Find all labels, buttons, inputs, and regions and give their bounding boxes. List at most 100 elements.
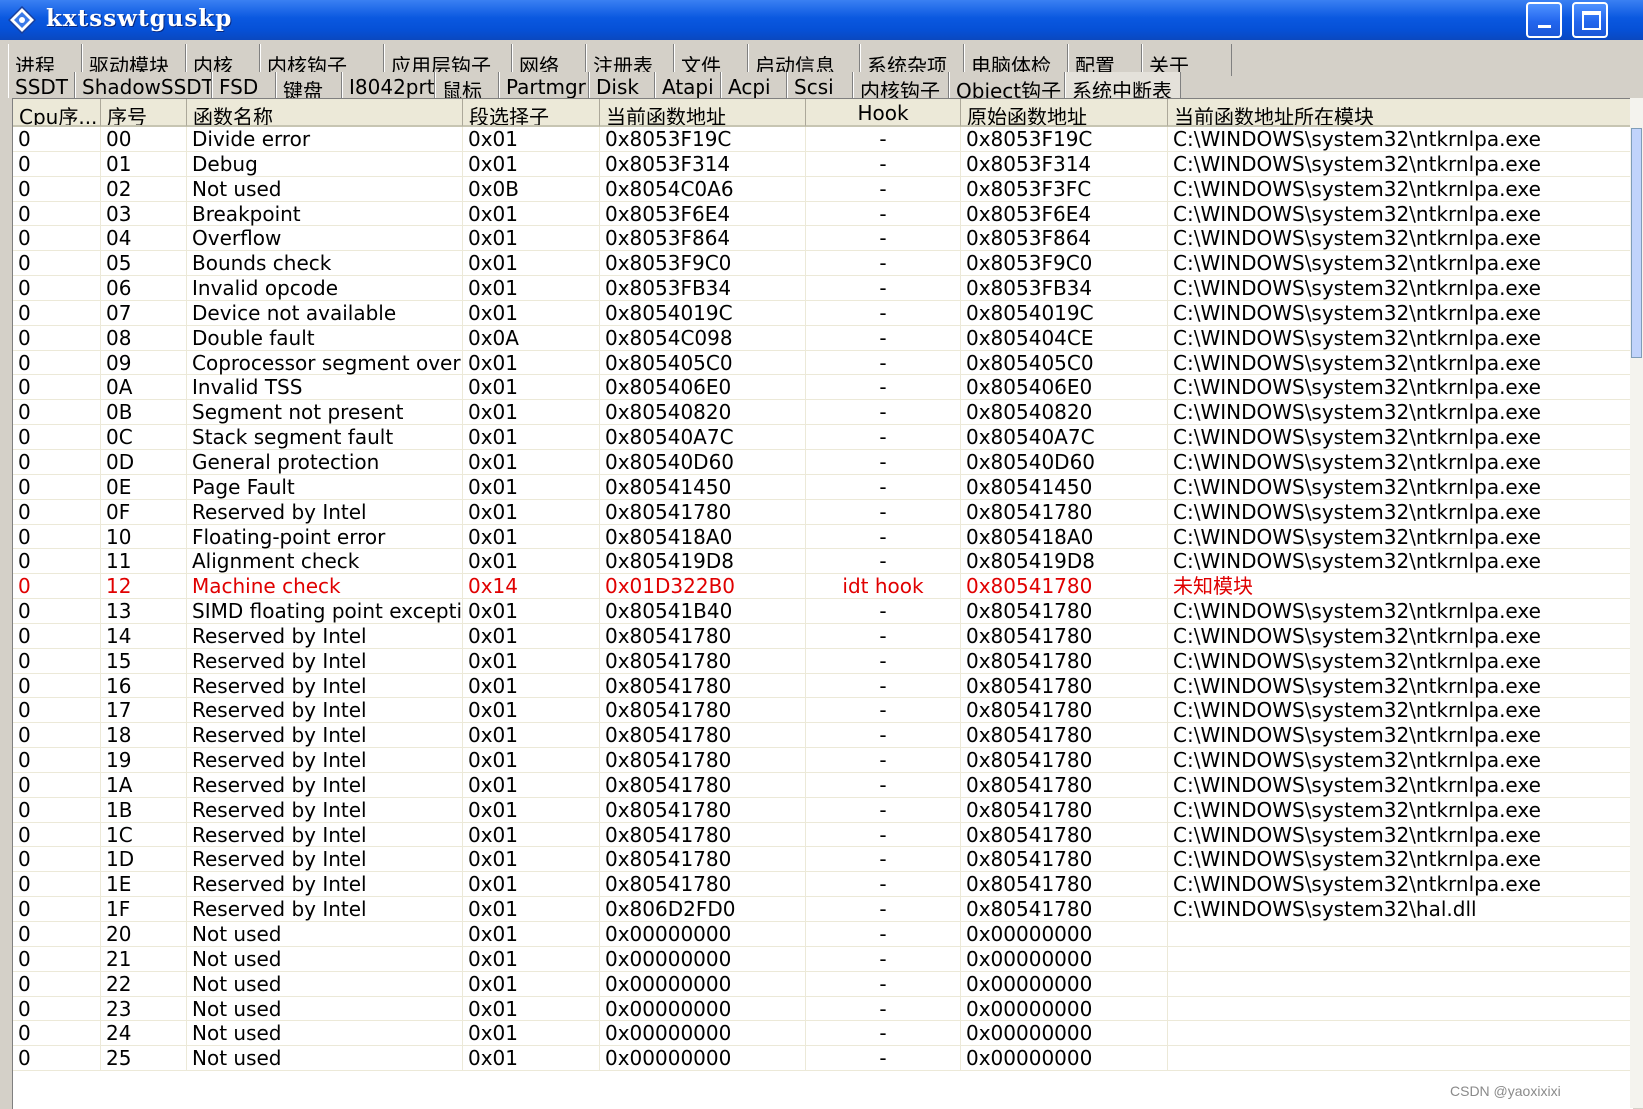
column-header-cpu[interactable]: Cpu序... (13, 99, 101, 127)
table-row[interactable]: 0 0A Invalid TSS 0x01 0x805406E0-0x805406E0 C… (13, 375, 1633, 401)
tab-shadow-ssdt[interactable]: ShadowSSDT (75, 72, 212, 98)
table-row[interactable]: 0 21 Not used 0x01 0x00000000-0x00000000 (13, 946, 1633, 972)
table-row[interactable]: 0 1F Reserved by Intel 0x01 0x806D2FD0-0x805… (13, 897, 1633, 922)
cpu-cell: 0 (13, 151, 101, 176)
table-row[interactable]: 0 0E Page Fault 0x01 0x80541450-0x80541450 C:… (13, 474, 1633, 500)
column-header-hook[interactable]: Hook (806, 99, 961, 127)
table-row[interactable]: 0 11 Alignment check 0x01 0x805419D8-0x80541… (13, 549, 1633, 575)
function-name-cell: Reserved by Intel (187, 797, 463, 822)
table-row[interactable]: 0 16 Reserved by Intel 0x01 0x80541780-0x805… (13, 673, 1633, 699)
current-address-cell: 0x8053FB34 (600, 276, 806, 301)
table-row[interactable]: 0 1D Reserved by Intel 0x01 0x80541780-0x805… (13, 847, 1633, 873)
tab-mouse[interactable]: 鼠标 (435, 72, 499, 98)
tab-disk[interactable]: Disk (589, 72, 655, 98)
module-cell: C:\WINDOWS\system32\ntkrnlpa.exe (1168, 872, 1633, 897)
table-row[interactable]: 0 0C Stack segment fault 0x01 0x80540A7C -0x8… (13, 425, 1633, 450)
table-row[interactable]: 0 14 Reserved by Intel 0x01 0x80541780-0x805… (13, 623, 1633, 649)
table-row[interactable]: 0 25 Not used 0x01 0x00000000-0x00000000 (13, 1046, 1633, 1072)
column-header-module[interactable]: 当前函数地址所在模块 (1168, 99, 1633, 127)
tab-kernel-hooks-sub[interactable]: 内核钩子 (853, 72, 949, 98)
tab-partmgr[interactable]: Partmgr (499, 72, 589, 98)
table-row[interactable]: 0 06 Invalid opcode 0x01 0x8053FB34-0x8053FB… (13, 276, 1633, 301)
vertical-scrollbar[interactable] (1630, 98, 1643, 1108)
table-row[interactable]: 0 02 Not used 0x0B 0x8054C0A6-0x8053F3FC C:\W… (13, 176, 1633, 202)
table-row[interactable]: 0 17 Reserved by Intel 0x01 0x80541780-0x805… (13, 698, 1633, 724)
column-header-segment-selector[interactable]: 段选择子 (463, 99, 600, 127)
function-name-cell: SIMD floating point excepti... (187, 599, 463, 624)
table-row[interactable]: 0 0B Segment not present 0x01 0x80540820-0x8… (13, 400, 1633, 426)
current-address-cell: 0x8054019C (600, 300, 806, 325)
table-row[interactable]: 0 20 Not used 0x01 0x00000000-0x00000000 (13, 922, 1633, 947)
tab-fsd[interactable]: FSD (212, 72, 276, 98)
tab-ssdt[interactable]: SSDT (8, 72, 75, 98)
column-header-current-address[interactable]: 当前函数地址 (600, 99, 806, 127)
table-row[interactable]: 0 13 SIMD floating point excepti... 0x01 0x8… (13, 599, 1633, 624)
hook-cell: - (806, 797, 961, 822)
table-row[interactable]: 0 10 Floating-point error 0x01 0x805418A0-0x… (13, 524, 1633, 550)
table-row[interactable]: 0 01 Debug 0x01 0x8053F314-0x8053F314 C:\WIND… (13, 151, 1633, 177)
column-header-original-address[interactable]: 原始函数地址 (961, 99, 1168, 127)
index-cell: 21 (101, 946, 187, 971)
segment-selector-cell: 0x01 (463, 599, 600, 624)
table-row[interactable]: 0 0F Reserved by Intel 0x01 0x80541780-0x805… (13, 499, 1633, 525)
table-row-hooked[interactable]: 0 12 Machine check 0x14 0x01D322B0 idt hook 0x… (13, 574, 1633, 600)
app-diamond-icon (8, 6, 36, 34)
segment-selector-cell: 0x01 (463, 226, 600, 251)
module-cell: C:\WINDOWS\system32\ntkrnlpa.exe (1168, 300, 1633, 325)
hook-cell: - (806, 996, 961, 1021)
table-row[interactable]: 0 00 Divide error 0x01 0x8053F19C -0x8053F19C… (13, 127, 1633, 152)
tab-keyboard[interactable]: 键盘 (276, 72, 342, 98)
tab-atapi[interactable]: Atapi (655, 72, 721, 98)
tab-interrupt-table[interactable]: 系统中断表 (1065, 72, 1181, 98)
scrollbar-thumb[interactable] (1631, 128, 1642, 358)
original-address-cell: 0x80541780 (961, 599, 1168, 624)
tab-i8042prt[interactable]: I8042prt (342, 72, 435, 98)
module-cell: C:\WINDOWS\system32\ntkrnlpa.exe (1168, 723, 1633, 748)
table-row[interactable]: 0 04 Overflow 0x01 0x8053F864-0x8053F864 C:\W… (13, 226, 1633, 252)
segment-selector-cell: 0x01 (463, 922, 600, 946)
original-address-cell: 0x805404CE (961, 325, 1168, 350)
index-cell: 16 (101, 673, 187, 698)
tab-acpi[interactable]: Acpi (721, 72, 787, 98)
function-name-cell: Reserved by Intel (187, 872, 463, 897)
table-row[interactable]: 0 07 Device not available 0x01 0x8054019C -0x… (13, 300, 1633, 326)
table-row[interactable]: 0 05 Bounds check 0x01 0x8053F9C0-0x8053F9C0… (13, 251, 1633, 277)
table-row[interactable]: 0 23 Not used 0x01 0x00000000-0x00000000 (13, 996, 1633, 1022)
table-row[interactable]: 0 1A Reserved by Intel 0x01 0x80541780-0x805… (13, 772, 1633, 798)
table-row[interactable]: 0 09 Coprocessor segment overr... 0x01 0x805… (13, 350, 1633, 376)
table-row[interactable]: 0 19 Reserved by Intel 0x01 0x80541780-0x805… (13, 748, 1633, 773)
index-cell: 17 (101, 698, 187, 723)
cpu-cell: 0 (13, 499, 101, 524)
table-row[interactable]: 0 22 Not used 0x01 0x00000000-0x00000000 (13, 971, 1633, 997)
cpu-cell: 0 (13, 574, 101, 599)
maximize-button[interactable] (1572, 2, 1608, 38)
table-row[interactable]: 0 1C Reserved by Intel 0x01 0x80541780-0x805… (13, 822, 1633, 848)
segment-selector-cell: 0x01 (463, 723, 600, 748)
module-cell: C:\WINDOWS\system32\ntkrnlpa.exe (1168, 748, 1633, 773)
table-row[interactable]: 0 0D General protection 0x01 0x80540D60-0x80… (13, 449, 1633, 475)
table-row[interactable]: 0 1E Reserved by Intel 0x01 0x80541780-0x805… (13, 872, 1633, 898)
minimize-button[interactable] (1526, 2, 1562, 38)
hook-cell: - (806, 449, 961, 474)
segment-selector-cell: 0x01 (463, 748, 600, 773)
table-row[interactable]: 0 24 Not used 0x01 0x00000000-0x00000000 (13, 1021, 1633, 1047)
current-address-cell: 0x80540820 (600, 400, 806, 425)
segment-selector-cell: 0x0B (463, 176, 600, 201)
tab-scsi[interactable]: Scsi (787, 72, 853, 98)
table-row[interactable]: 0 08 Double fault 0x0A 0x8054C098-0x805404CE… (13, 325, 1633, 351)
tab-object-hooks[interactable]: Object钩子 (949, 72, 1065, 98)
column-header-function-name[interactable]: 函数名称 (187, 99, 463, 127)
table-row[interactable]: 0 03 Breakpoint 0x01 0x8053F6E4-0x8053F6E4 C:… (13, 201, 1633, 227)
segment-selector-cell: 0x01 (463, 375, 600, 400)
index-cell: 1A (101, 772, 187, 797)
hook-cell: - (806, 772, 961, 797)
segment-selector-cell: 0x01 (463, 648, 600, 673)
function-name-cell: Coprocessor segment overr... (187, 350, 463, 375)
function-name-cell: Reserved by Intel (187, 673, 463, 698)
function-name-cell: Reserved by Intel (187, 822, 463, 847)
hook-cell: - (806, 276, 961, 301)
table-row[interactable]: 0 15 Reserved by Intel 0x01 0x80541780-0x805… (13, 648, 1633, 674)
table-row[interactable]: 0 1B Reserved by Intel 0x01 0x80541780-0x805… (13, 797, 1633, 823)
table-row[interactable]: 0 18 Reserved by Intel 0x01 0x80541780-0x805… (13, 723, 1633, 749)
column-header-index[interactable]: 序号 (101, 99, 187, 127)
